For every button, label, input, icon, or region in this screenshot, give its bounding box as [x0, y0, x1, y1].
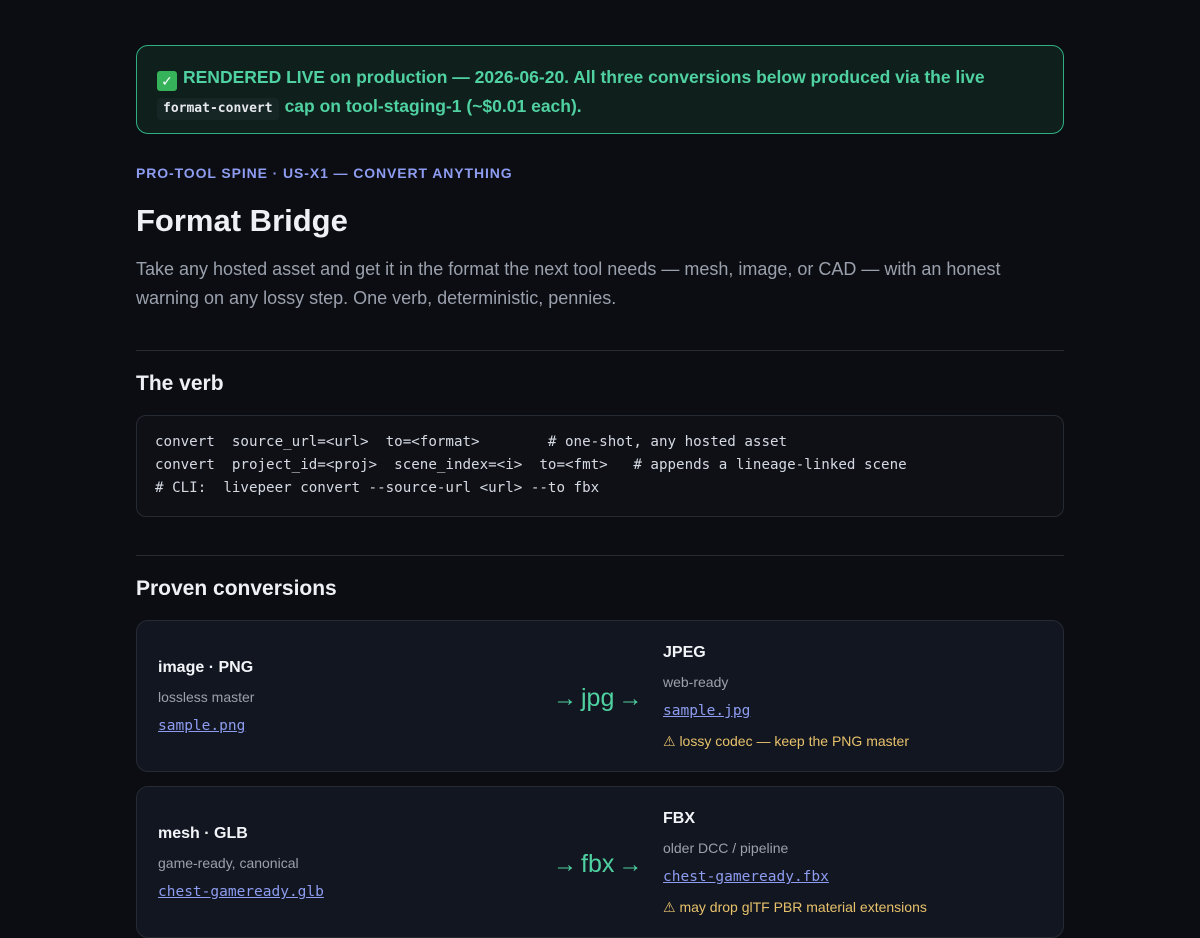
eyebrow: PRO-TOOL SPINE · US-X1 — CONVERT ANYTHIN…	[136, 165, 513, 181]
page-title: Format Bridge	[136, 203, 348, 238]
banner-text-part2: cap on tool-staging-1 (~$0.01 each).	[284, 96, 582, 116]
target-name: FBX	[663, 810, 695, 827]
target-description: older DCC / pipeline	[663, 840, 789, 856]
banner-code: format-convert	[157, 98, 279, 120]
page-content: ✓ RENDERED LIVE on production — 2026-06-2…	[136, 45, 1064, 938]
code-line: convert project_id=<proj> scene_index=<i…	[155, 457, 907, 473]
banner-text-part1: RENDERED LIVE on production — 2026-06-20…	[183, 67, 985, 87]
divider	[136, 350, 1064, 351]
arrow-right-icon: →	[553, 851, 577, 878]
conversion-card: mesh · GLB game-ready, canonical chest-g…	[136, 786, 1064, 938]
target-file-link[interactable]: sample.jpg	[663, 701, 909, 721]
source-kind: mesh · GLB	[158, 825, 248, 842]
target-format: fbx	[581, 850, 615, 878]
target-info: JPEG web-ready sample.jpg ⚠ lossy codec …	[663, 643, 909, 751]
source-info: image · PNG lossless master sample.png	[158, 658, 254, 736]
verb-heading: The verb	[136, 372, 224, 395]
lead-paragraph: Take any hosted asset and get it in the …	[136, 259, 1001, 308]
target-format: jpg	[581, 684, 615, 712]
verb-code-block: convert source_url=<url> to=<format> # o…	[136, 415, 1064, 517]
code-line: convert source_url=<url> to=<format> # o…	[155, 434, 788, 450]
conversion-arrow: → fbx →	[553, 849, 642, 880]
code-line: # CLI: livepeer convert --source-url <ur…	[155, 480, 600, 496]
target-file-link[interactable]: chest-gameready.fbx	[663, 867, 927, 887]
source-file-link[interactable]: sample.png	[158, 716, 254, 736]
conversion-card: image · PNG lossless master sample.png →…	[136, 620, 1064, 772]
check-mark-icon: ✓	[157, 71, 177, 91]
source-description: game-ready, canonical	[158, 855, 299, 871]
source-file-link[interactable]: chest-gameready.glb	[158, 882, 324, 902]
target-description: web-ready	[663, 674, 729, 690]
source-info: mesh · GLB game-ready, canonical chest-g…	[158, 824, 324, 902]
conversion-arrow: → jpg →	[553, 683, 642, 714]
lossy-warning: ⚠ lossy codec — keep the PNG master	[663, 733, 909, 749]
divider	[136, 555, 1064, 556]
lossy-warning: ⚠ may drop glTF PBR material extensions	[663, 899, 927, 915]
source-kind: image · PNG	[158, 659, 254, 676]
target-info: FBX older DCC / pipeline chest-gameready…	[663, 809, 927, 917]
arrow-right-icon: →	[553, 685, 577, 712]
status-banner: ✓ RENDERED LIVE on production — 2026-06-2…	[136, 45, 1064, 134]
target-name: JPEG	[663, 644, 706, 661]
conversions-heading: Proven conversions	[136, 577, 337, 600]
arrow-right-icon: →	[618, 851, 643, 878]
source-description: lossless master	[158, 689, 255, 705]
arrow-right-icon: →	[618, 685, 643, 712]
